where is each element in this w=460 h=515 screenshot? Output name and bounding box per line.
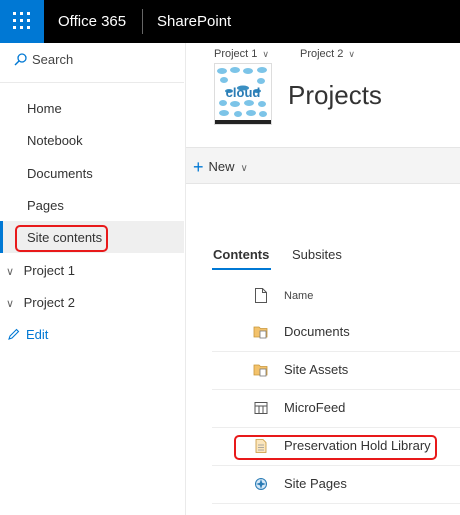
list-item-name[interactable]: Site Assets	[284, 362, 348, 377]
nav-item-home[interactable]: Home	[27, 101, 62, 116]
list-header: Name	[212, 280, 460, 312]
breadcrumb-label: Project 1	[214, 48, 258, 60]
list-item[interactable]: Site Assets	[212, 351, 460, 390]
edit-label: Edit	[26, 327, 49, 342]
pencil-icon	[8, 328, 20, 340]
cloud-logo-image: cloud	[215, 64, 271, 124]
list-item-name[interactable]: Site Pages	[284, 476, 347, 491]
annotation-highlight-site-contents	[15, 225, 108, 252]
nav-item-pages[interactable]: Pages	[27, 198, 64, 213]
tab-contents[interactable]: Contents	[213, 247, 269, 262]
chevron-down-icon: ∨	[240, 163, 248, 174]
column-header-name[interactable]: Name	[284, 290, 313, 302]
list-item-name[interactable]: Documents	[284, 324, 350, 339]
waffle-icon	[13, 12, 30, 29]
chevron-down-icon[interactable]: ∨	[6, 265, 20, 278]
breadcrumb-project-1[interactable]: Project 1 ∨	[214, 48, 269, 60]
document-icon[interactable]	[255, 288, 267, 303]
nav-tree-project-2[interactable]: ∨ Project 2	[6, 295, 75, 310]
suite-divider	[142, 9, 143, 34]
nav-selected-indicator	[0, 221, 3, 253]
edit-nav-link[interactable]: Edit	[7, 327, 48, 342]
new-button[interactable]: + New ∨	[193, 157, 248, 178]
search-divider	[0, 82, 184, 83]
library-icon	[253, 326, 268, 339]
nav-item-notebook[interactable]: Notebook	[27, 133, 83, 148]
logo-text: cloud	[226, 85, 261, 100]
tab-subsites[interactable]: Subsites	[292, 247, 342, 262]
site-title[interactable]: Projects	[288, 80, 382, 111]
nav-tree-label: Project 1	[23, 263, 75, 278]
search-label: Search	[32, 52, 74, 67]
annotation-highlight-preservation-hold-library	[234, 435, 437, 460]
list-item-name[interactable]: MicroFeed	[284, 400, 345, 415]
suite-bar: Office 365 SharePoint	[0, 0, 460, 43]
list-item[interactable]: Documents	[212, 313, 460, 352]
nav-item-documents[interactable]: Documents	[27, 166, 93, 181]
office365-brand-link[interactable]: Office 365	[58, 0, 126, 43]
chevron-down-icon[interactable]: ∨	[6, 297, 20, 310]
library-icon	[253, 364, 268, 377]
site-logo[interactable]: cloud	[214, 63, 272, 125]
breadcrumb-label: Project 2	[300, 48, 344, 60]
chevron-down-icon: ∨	[262, 49, 270, 59]
app-launcher-button[interactable]	[0, 0, 44, 43]
new-label: New	[208, 159, 235, 174]
search-box[interactable]: Search	[14, 52, 73, 67]
active-tab-indicator	[212, 268, 271, 270]
search-icon	[14, 53, 27, 66]
list-item[interactable]: Site Pages	[212, 465, 460, 504]
plus-icon: +	[193, 157, 204, 177]
nav-tree-label: Project 2	[23, 295, 75, 310]
nav-tree-project-1[interactable]: ∨ Project 1	[6, 263, 75, 278]
list-icon	[254, 402, 268, 414]
breadcrumb-project-2[interactable]: Project 2 ∨	[300, 48, 355, 60]
sharepoint-app-link[interactable]: SharePoint	[157, 0, 231, 43]
chevron-down-icon: ∨	[348, 49, 356, 59]
list-item[interactable]: MicroFeed	[212, 389, 460, 428]
nav-divider	[185, 43, 186, 515]
pages-icon	[255, 478, 267, 490]
